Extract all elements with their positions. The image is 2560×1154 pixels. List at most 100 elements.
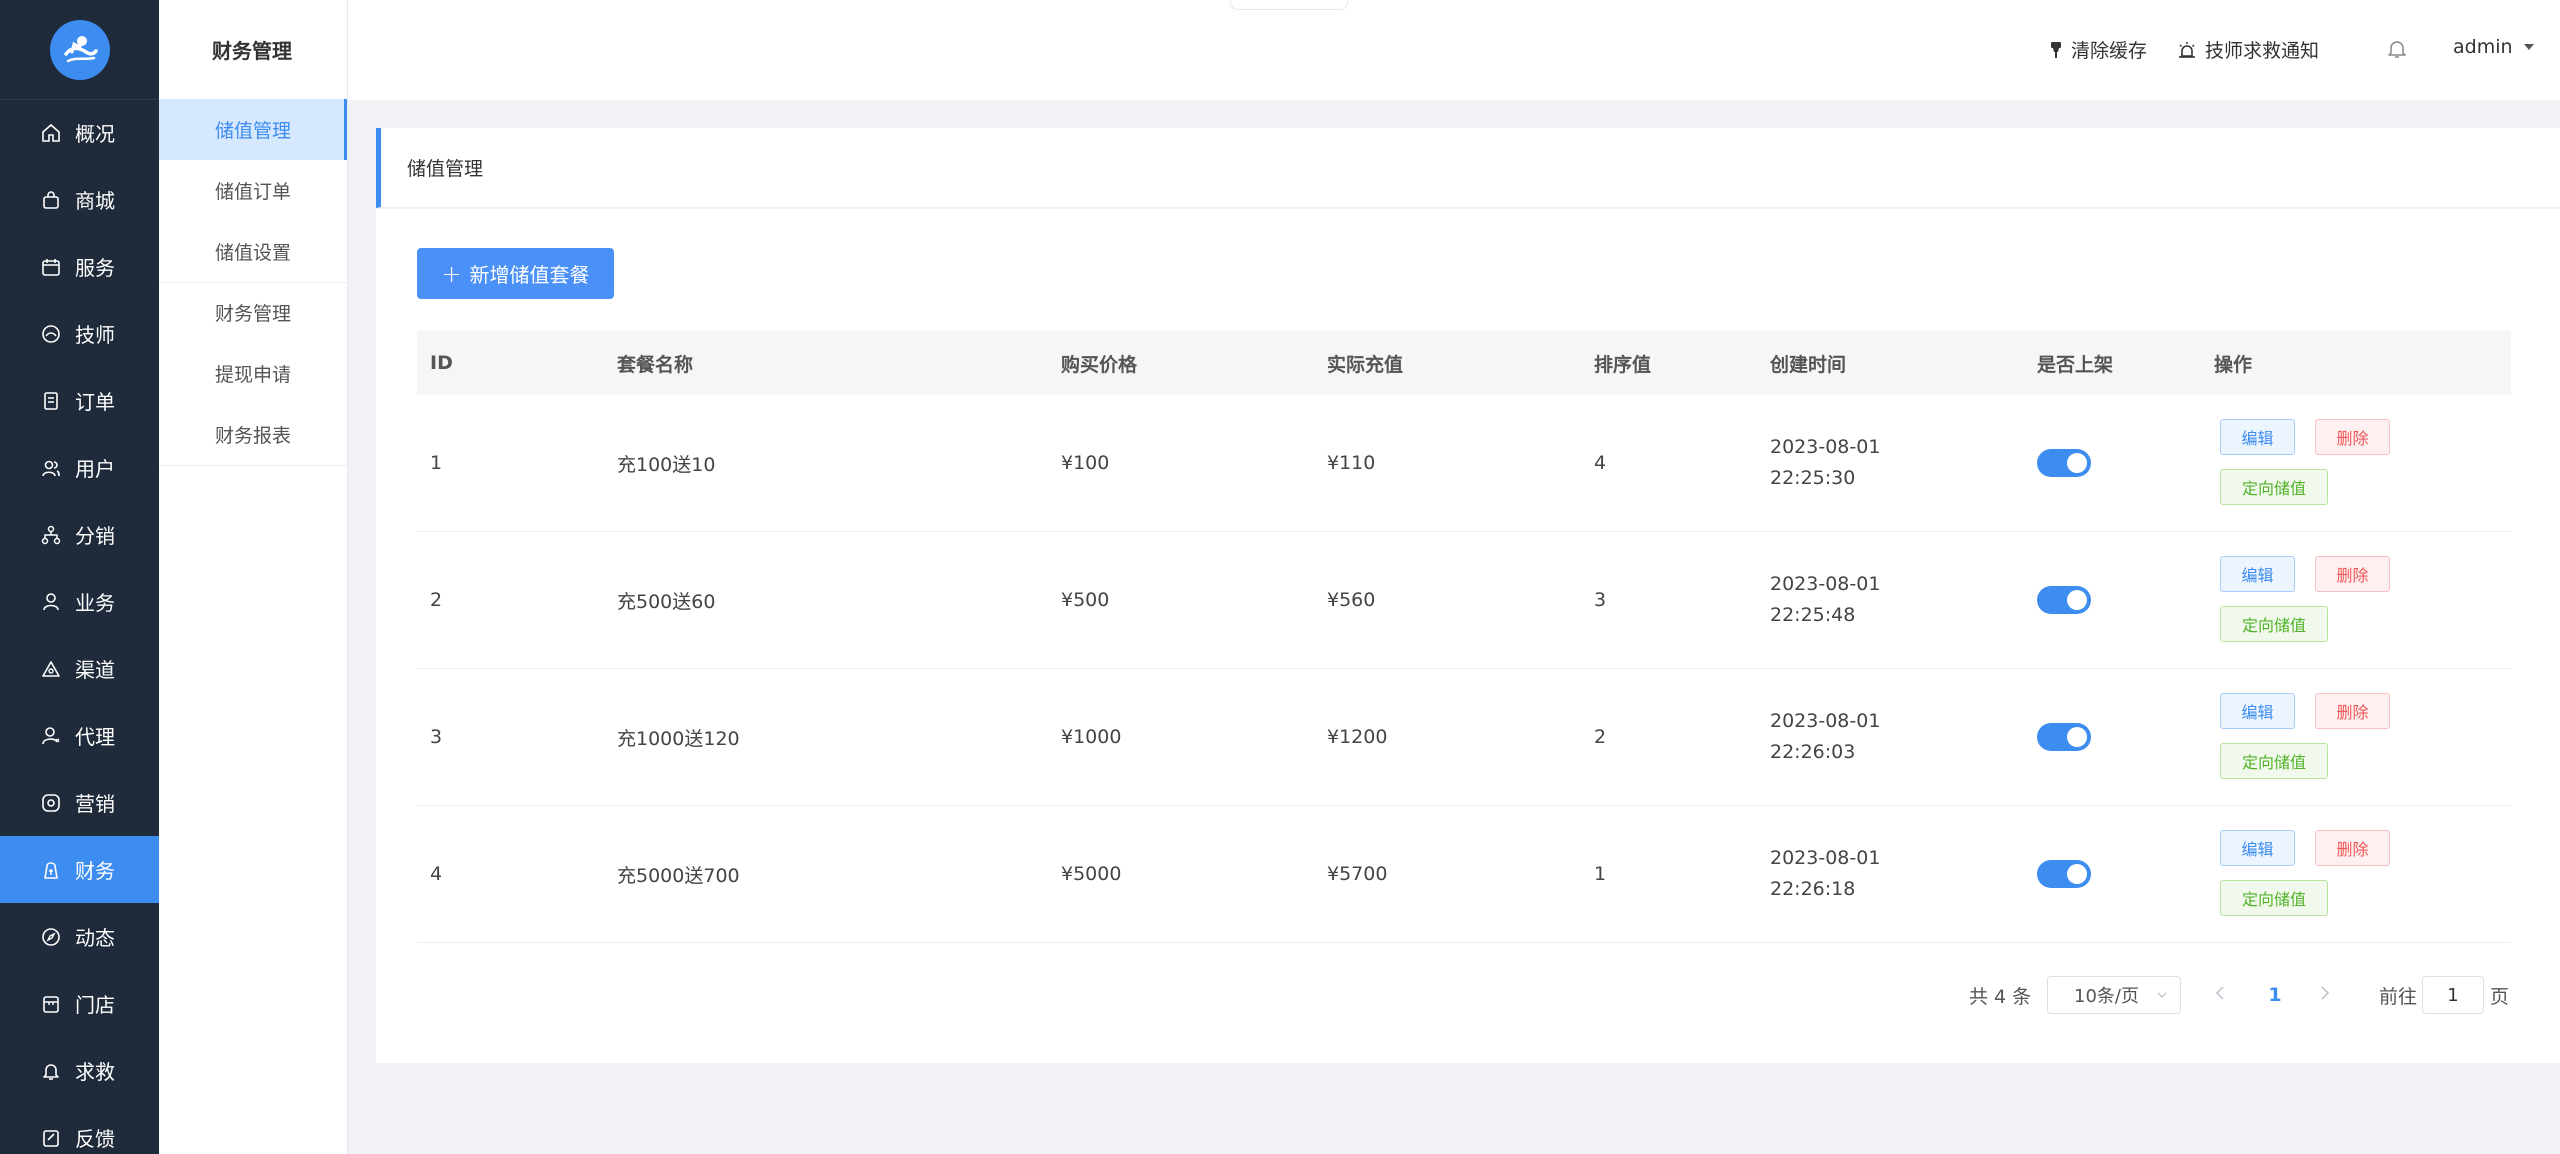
directed-stored-value-button[interactable]: 定向储值 <box>2220 606 2328 642</box>
alarm-icon <box>2177 41 2197 59</box>
cell-id: 1 <box>430 452 443 474</box>
sidebar-item-channel[interactable]: 渠道 <box>0 635 159 702</box>
cell-price: ¥500 <box>1061 589 1110 611</box>
submenu-item-stored-orders[interactable]: 储值订单 <box>159 160 347 221</box>
column-header-created[interactable]: 创建时间 <box>1770 331 1846 395</box>
edit-button[interactable]: 编辑 <box>2220 830 2295 866</box>
page-number-current[interactable]: 1 <box>2258 976 2292 1014</box>
on-shelf-toggle[interactable] <box>2037 723 2091 751</box>
directed-stored-value-button[interactable]: 定向储值 <box>2220 880 2328 916</box>
column-header-name[interactable]: 套餐名称 <box>617 331 693 395</box>
next-page-button[interactable] <box>2310 976 2340 1014</box>
cell-created: 2023-08-01 22:26:03 <box>1770 669 1880 805</box>
edit-button[interactable]: 编辑 <box>2220 419 2295 455</box>
cell-created: 2023-08-01 22:25:48 <box>1770 532 1880 668</box>
edit-button[interactable]: 编辑 <box>2220 693 2295 729</box>
sidebar-item-label: 服务 <box>75 256 115 280</box>
edit-button[interactable]: 编辑 <box>2220 556 2295 592</box>
sidebar-item-store[interactable]: 门店 <box>0 970 159 1037</box>
sidebar-item-dynamics[interactable]: 动态 <box>0 903 159 970</box>
cell-name: 充1000送120 <box>617 727 740 750</box>
table-row: 2 充500送60 ¥500 ¥560 3 2023-08-01 22:25:4… <box>417 532 2511 669</box>
submenu-item-stored-value[interactable]: 储值管理 <box>159 99 347 160</box>
column-header-recharge[interactable]: 实际充值 <box>1327 331 1403 395</box>
page-title: 储值管理 <box>376 128 2560 208</box>
top-drag-handle[interactable] <box>1230 0 1348 10</box>
column-header-actions: 操作 <box>2214 353 2253 376</box>
sidebar-item-label: 技师 <box>75 323 115 347</box>
cell-name: 充500送60 <box>617 590 716 613</box>
technician-help-notice-button[interactable]: 技师求救通知 <box>2177 36 2319 63</box>
sidebar-item-orders[interactable]: 订单 <box>0 367 159 434</box>
sidebar-item-label: 门店 <box>75 993 115 1017</box>
sidebar-item-feedback[interactable]: 反馈 <box>0 1104 159 1154</box>
column-header-on-shelf[interactable]: 是否上架 <box>2037 331 2113 395</box>
toggle-knob <box>2067 864 2087 884</box>
sidebar-item-service[interactable]: 服务 <box>0 233 159 300</box>
delete-button[interactable]: 删除 <box>2315 693 2390 729</box>
agent-icon <box>40 725 62 747</box>
prev-page-button[interactable] <box>2205 976 2235 1014</box>
sidebar-item-business[interactable]: 业务 <box>0 568 159 635</box>
add-package-button[interactable]: + 新增储值套餐 <box>417 248 614 299</box>
sidebar-item-label: 商城 <box>75 189 115 213</box>
submenu-item-stored-settings[interactable]: 储值设置 <box>159 221 347 282</box>
network-icon <box>40 524 62 546</box>
sidebar-item-agent[interactable]: 代理 <box>0 702 159 769</box>
goto-suffix: 页 <box>2490 985 2510 1008</box>
delete-button[interactable]: 删除 <box>2315 419 2390 455</box>
bell-icon <box>2386 38 2408 60</box>
sidebar-item-marketing[interactable]: 营销 <box>0 769 159 836</box>
sub-sidebar: 财务管理 储值管理 储值订单 储值设置 财务管理 提现申请 财务报表 <box>159 0 348 1154</box>
created-time: 22:25:30 <box>1770 467 1856 489</box>
help-notice-label: 技师求救通知 <box>2205 40 2320 62</box>
sidebar-item-technician[interactable]: 技师 <box>0 300 159 367</box>
triangle-icon <box>40 658 62 680</box>
delete-button[interactable]: 删除 <box>2315 830 2390 866</box>
cell-created: 2023-08-01 22:25:30 <box>1770 395 1880 531</box>
sidebar-item-label: 业务 <box>75 591 115 615</box>
cell-id: 2 <box>430 589 443 611</box>
sidebar-item-finance[interactable]: 财务 <box>0 836 159 903</box>
on-shelf-toggle[interactable] <box>2037 586 2091 614</box>
cell-id: 4 <box>430 863 443 885</box>
cell-recharge: ¥5700 <box>1327 863 1388 885</box>
column-header-price[interactable]: 购买价格 <box>1061 331 1137 395</box>
page-size-select[interactable]: 10条/页 <box>2047 976 2181 1014</box>
cell-recharge: ¥560 <box>1327 589 1376 611</box>
directed-stored-value-button[interactable]: 定向储值 <box>2220 743 2328 779</box>
sidebar-item-help[interactable]: 求救 <box>0 1037 159 1104</box>
cell-sort: 2 <box>1594 726 1607 748</box>
on-shelf-toggle[interactable] <box>2037 860 2091 888</box>
clear-cache-button[interactable]: 清除缓存 <box>2049 36 2147 63</box>
sidebar-item-distribution[interactable]: 分销 <box>0 501 159 568</box>
app-logo[interactable] <box>49 19 110 80</box>
table-row: 1 充100送10 ¥100 ¥110 4 2023-08-01 22:25:3… <box>417 395 2511 532</box>
sidebar-item-label: 订单 <box>75 390 115 414</box>
submenu-item-withdrawals[interactable]: 提现申请 <box>159 343 347 404</box>
notification-button[interactable] <box>2386 38 2416 60</box>
toggle-knob <box>2067 453 2087 473</box>
column-header-sort[interactable]: 排序值 <box>1594 331 1651 395</box>
submenu-item-finance-manage[interactable]: 财务管理 <box>159 282 347 343</box>
cell-id: 3 <box>430 726 443 748</box>
goto-page-input[interactable]: 1 <box>2422 976 2484 1014</box>
sidebar-item-label: 反馈 <box>75 1127 115 1151</box>
page-size-value: 10条/页 <box>2074 986 2139 1007</box>
directed-stored-value-button[interactable]: 定向储值 <box>2220 469 2328 505</box>
document-icon <box>40 390 62 412</box>
submenu-title: 财务管理 <box>159 0 347 100</box>
delete-button[interactable]: 删除 <box>2315 556 2390 592</box>
sidebar-item-label: 财务 <box>75 859 115 883</box>
pagination-total: 共 4 条 <box>1969 985 2032 1008</box>
cell-price: ¥1000 <box>1061 726 1122 748</box>
submenu-item-finance-report[interactable]: 财务报表 <box>159 404 347 465</box>
column-header-id[interactable]: ID <box>430 331 453 395</box>
sidebar-item-users[interactable]: 用户 <box>0 434 159 501</box>
sidebar-item-mall[interactable]: 商城 <box>0 166 159 233</box>
created-time: 22:26:03 <box>1770 741 1856 763</box>
sidebar-item-overview[interactable]: 概况 <box>0 99 159 166</box>
user-menu[interactable]: admin <box>2453 36 2535 58</box>
on-shelf-toggle[interactable] <box>2037 449 2091 477</box>
home-icon <box>40 122 62 144</box>
